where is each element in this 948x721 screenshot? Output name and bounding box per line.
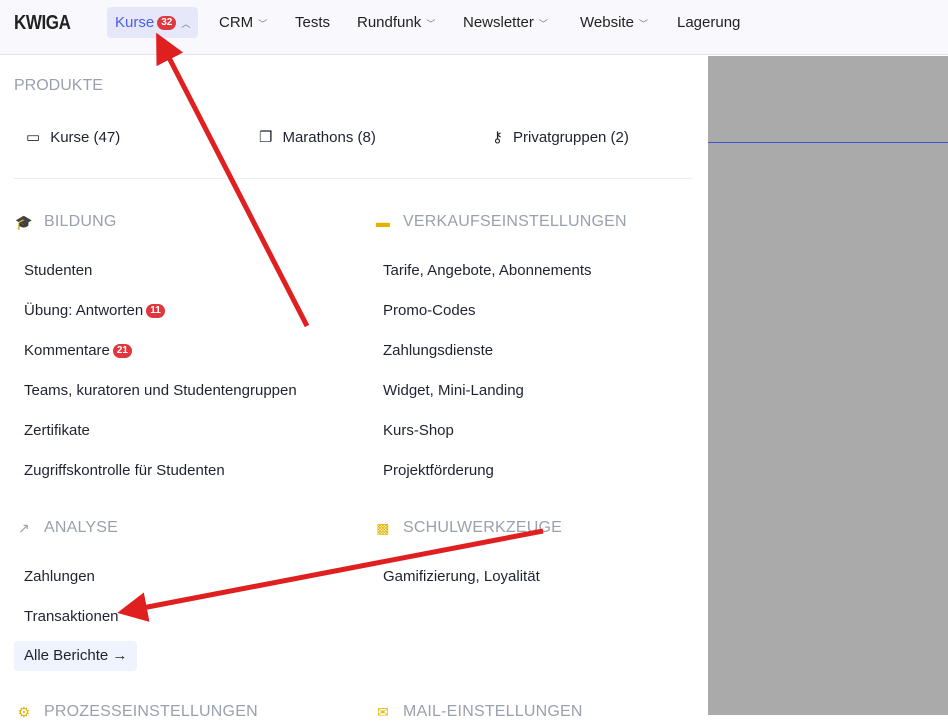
product-kurse[interactable]: ▭ Kurse (47) <box>26 128 121 147</box>
chevron-down-icon: ﹀ <box>258 19 268 29</box>
nav-website[interactable]: Website ﹀ <box>572 7 656 38</box>
nav-crm[interactable]: CRM ﹀ <box>211 7 275 38</box>
mail-icon: ✉ <box>377 703 389 720</box>
section-prozess: ⚙ PROZESSEINSTELLUNGEN <box>14 703 258 721</box>
nav-label: CRM <box>219 14 254 31</box>
label: Übung: Antworten <box>24 302 144 319</box>
cube-icon: ▩ <box>376 519 390 536</box>
badge: 11 <box>146 304 165 319</box>
divider-line <box>708 142 948 143</box>
heading: MAIL-EINSTELLUNGEN <box>403 703 583 720</box>
menu-item[interactable]: Teams, kuratoren und Studentengruppen <box>24 382 297 399</box>
key-icon: ⚷ <box>492 129 503 146</box>
chevron-down-icon: ﹀ <box>426 19 436 29</box>
menu-item[interactable]: Zertifikate <box>24 422 90 439</box>
menu-item[interactable]: Übung: Antworten 11 <box>24 302 165 319</box>
chevron-down-icon: ﹀ <box>538 19 548 29</box>
menu-item[interactable]: Studenten <box>24 262 92 279</box>
nav-rundfunk[interactable]: Rundfunk ﹀ <box>349 7 443 38</box>
windows-icon: ❐ <box>259 129 273 146</box>
nav-kurse[interactable]: Kurse 32 ︿ <box>107 7 199 38</box>
menu-item[interactable]: Zugriffskontrolle für Studenten <box>24 462 225 479</box>
nav-label: Newsletter <box>463 14 534 31</box>
gear-icon: ⚙ <box>17 703 31 720</box>
arrow-to-kurse <box>156 32 310 328</box>
badge: 21 <box>112 344 132 359</box>
label: Kurse (47) <box>50 128 121 146</box>
nav-label: Tests <box>295 14 331 31</box>
nav-tests[interactable]: Tests <box>287 7 338 38</box>
product-privatgruppen[interactable]: ⚷ Privatgruppen (2) <box>492 128 629 147</box>
heading: VERKAUFSEINSTELLUNGEN <box>403 213 627 230</box>
menu-item[interactable]: Projektförderung <box>383 462 494 479</box>
menu-item[interactable]: Widget, Mini-Landing <box>383 382 524 399</box>
menu-item[interactable]: Kommentare 21 <box>24 342 132 359</box>
heading: SCHULWERKZEUGE <box>403 519 562 536</box>
graduation-cap-icon: 🎓 <box>15 213 33 230</box>
page-backdrop <box>708 56 948 715</box>
menu-item[interactable]: Promo-Codes <box>383 302 476 319</box>
section-verkauf: ▬ VERKAUFSEINSTELLUNGEN <box>373 213 627 231</box>
nav-label: Lagerung <box>677 14 741 31</box>
video-icon: ▭ <box>26 129 41 146</box>
divider <box>14 178 692 179</box>
nav-label: Kurse <box>115 14 155 31</box>
chevron-down-icon: ﹀ <box>638 19 648 29</box>
nav-label: Rundfunk <box>357 14 422 31</box>
top-nav: KWIGA Kurse 32 ︿ CRM ﹀ Tests Rundfunk ﹀ News… <box>0 0 948 55</box>
label: Privatgruppen (2) <box>513 128 629 146</box>
label: Marathons (8) <box>282 128 376 146</box>
heading: ANALYSE <box>44 519 119 536</box>
menu-item[interactable]: Transaktionen <box>24 608 119 625</box>
nav-lagerung[interactable]: Lagerung <box>669 7 748 38</box>
menu-item[interactable]: Gamifizierung, Loyalität <box>383 568 540 585</box>
section-schulwerkzeuge: ▩ SCHULWERKZEUGE <box>373 519 562 537</box>
section-bildung: 🎓 BILDUNG <box>14 213 117 231</box>
nav-label: Website <box>580 14 634 31</box>
logo[interactable]: KWIGA <box>14 12 71 35</box>
heading: BILDUNG <box>44 213 117 230</box>
menu-item[interactable]: Zahlungen <box>24 568 95 585</box>
label: Kommentare <box>24 342 110 359</box>
heading: PROZESSEINSTELLUNGEN <box>44 703 258 720</box>
menu-item[interactable]: Zahlungsdienste <box>383 342 493 359</box>
credit-card-icon: ▬ <box>375 214 391 230</box>
nav-newsletter[interactable]: Newsletter ﹀ <box>455 7 556 38</box>
menu-item[interactable]: Tarife, Angebote, Abonnements <box>383 262 591 279</box>
section-analyse: ↗ ANALYSE <box>14 519 118 537</box>
section-mail: ✉ MAIL-EINSTELLUNGEN <box>373 703 583 721</box>
chevron-up-icon: ︿ <box>181 19 191 29</box>
section-produkte: PRODUKTE <box>14 77 103 94</box>
badge: 32 <box>157 16 177 31</box>
trending-up-icon: ↗ <box>18 519 30 536</box>
menu-item[interactable]: Kurs-Shop <box>383 422 454 439</box>
product-marathons[interactable]: ❐ Marathons (8) <box>259 128 376 147</box>
all-reports-button[interactable]: Alle Berichte → <box>14 641 138 671</box>
